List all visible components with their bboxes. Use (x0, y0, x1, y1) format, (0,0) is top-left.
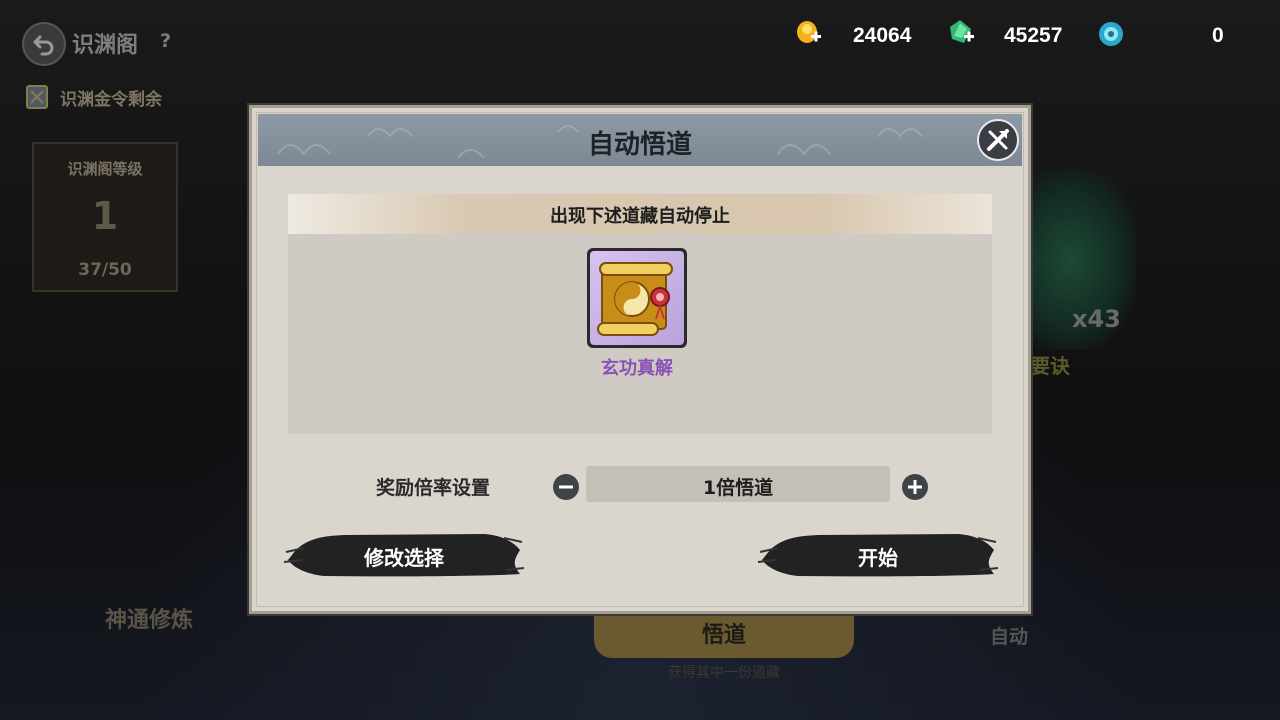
enlighten-subtext: 获得其中一份道藏 (668, 665, 780, 681)
token-remaining-row: 识渊金令剩余 (22, 82, 162, 112)
modify-selection-label: 修改选择 (364, 546, 444, 570)
item-slot-bg (590, 251, 684, 345)
level-panel: 识渊阁等级 1 37/50 (32, 142, 178, 292)
page-title: 识渊阁 (72, 33, 139, 58)
enlighten-button-label: 悟道 (701, 623, 746, 648)
item-name: 玄功真解 (601, 358, 673, 379)
taiji-scroll-icon (597, 262, 673, 336)
rate-value: 1倍悟道 (702, 477, 774, 499)
gold-ingot-plus-icon[interactable] (793, 17, 823, 47)
token-remaining-label: 识渊金令剩余 (60, 89, 162, 110)
plus-icon[interactable] (901, 473, 929, 501)
reward-label: 要诀 (1030, 354, 1070, 378)
stop-item-panel: 出现下述道藏自动停止 玄功真解 (288, 194, 992, 434)
dialog-title: 自动悟道 (587, 130, 692, 160)
gold-amount: 24064 (853, 24, 912, 47)
back-arrow-icon (33, 35, 54, 56)
minus-icon[interactable] (552, 473, 580, 501)
reward-count: x43 (1072, 305, 1121, 333)
panel-banner-text: 出现下述道藏自动停止 (550, 206, 730, 227)
level-label: 识渊阁等级 (67, 160, 143, 178)
jade-plus-icon[interactable] (946, 17, 976, 47)
item-slot[interactable] (587, 248, 687, 348)
help-button[interactable]: ? (160, 30, 171, 52)
divine-training-button[interactable]: 神通修炼 (105, 602, 193, 634)
gold-token-icon (26, 85, 48, 109)
close-button[interactable] (977, 119, 1019, 161)
blue-orb-icon (1099, 22, 1123, 46)
auto-enlighten-dialog: 自动悟道 出现下述道藏自动停止 玄功真解 奖励倍率设置 1倍悟道 修改选择 开始 (249, 105, 1031, 614)
jade-amount: 45257 (1004, 24, 1063, 47)
level-value: 1 (91, 194, 119, 238)
back-button[interactable] (22, 22, 66, 66)
level-progress: 37/50 (78, 260, 132, 280)
orb-amount: 0 (1212, 24, 1224, 47)
close-icon (987, 129, 1009, 151)
auto-button[interactable]: 自动 (990, 622, 1028, 649)
rate-label: 奖励倍率设置 (376, 477, 491, 499)
start-label: 开始 (858, 546, 898, 570)
dialog-header: 自动悟道 (258, 114, 1022, 166)
